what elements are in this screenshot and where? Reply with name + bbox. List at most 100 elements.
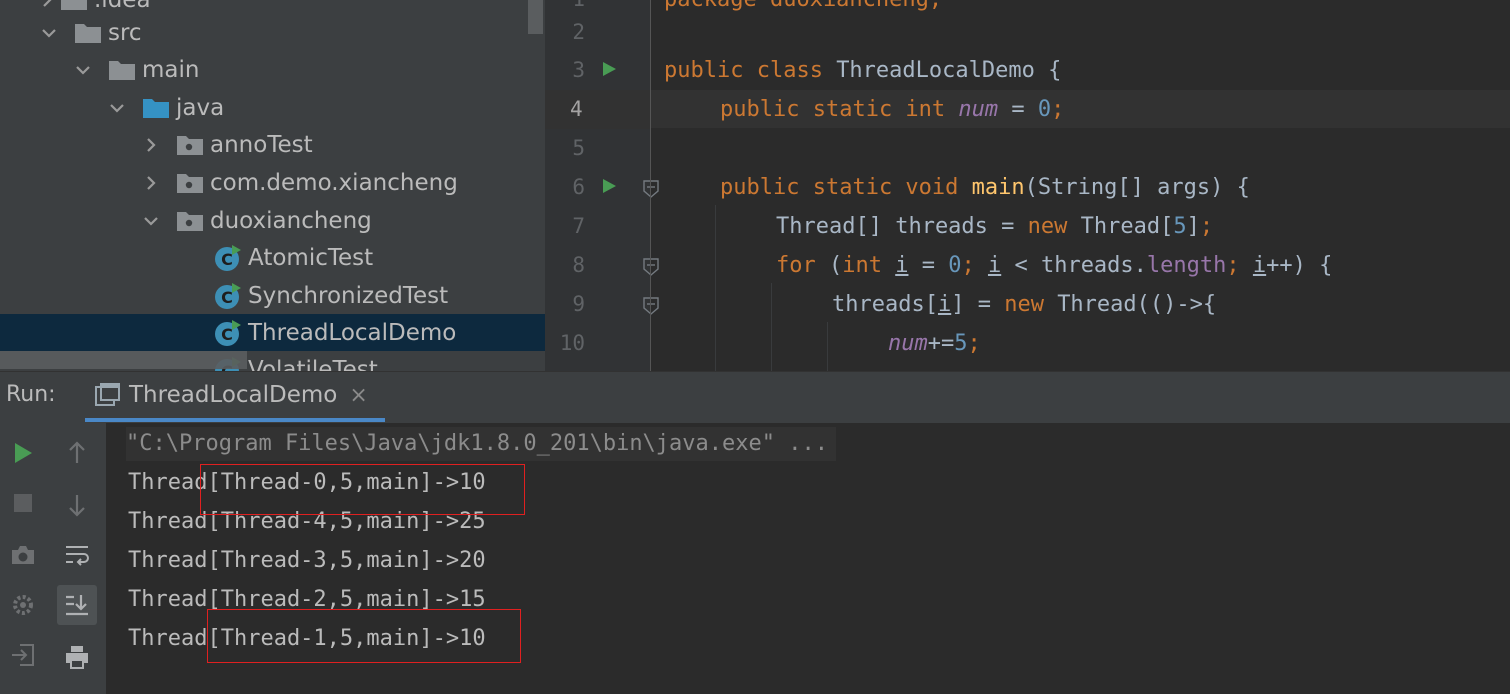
settings-button[interactable] xyxy=(3,585,43,625)
fold-icon[interactable] xyxy=(643,180,659,198)
code-line-10: num+=5; xyxy=(888,331,981,356)
folder-icon xyxy=(60,0,88,12)
code-line-6: public static void main(String[] args) { xyxy=(720,175,1250,200)
tree-item-label: SynchronizedTest xyxy=(248,282,449,309)
folder-icon xyxy=(74,21,102,45)
console-output-line: Thread[Thread-3,5,main]->20 xyxy=(128,548,486,573)
close-icon[interactable]: × xyxy=(349,383,367,408)
arrow-up-icon xyxy=(69,441,85,463)
line-number: 8 xyxy=(572,253,585,277)
code-line-8: for (int i = 0; i < threads.length; i++)… xyxy=(776,253,1333,278)
line-number: 6 xyxy=(572,175,585,199)
svg-text:C: C xyxy=(221,250,233,269)
package-icon xyxy=(176,171,204,195)
indent-guide xyxy=(715,205,716,371)
arrow-down-icon xyxy=(69,495,85,517)
tree-item-duoxiancheng[interactable]: duoxiancheng xyxy=(0,202,545,239)
stop-icon xyxy=(14,494,32,512)
play-icon xyxy=(15,443,32,463)
java-class-icon: C xyxy=(214,244,242,272)
gutter-divider xyxy=(650,0,651,371)
code-line-7: Thread[] threads = new Thread[5]; xyxy=(776,214,1214,239)
tree-item-synchronizedtest[interactable]: C SynchronizedTest xyxy=(0,277,545,314)
tree-item-src[interactable]: src xyxy=(0,14,545,51)
run-gutter-icon[interactable] xyxy=(601,61,617,77)
run-title: Run: xyxy=(6,382,56,407)
rerun-button[interactable] xyxy=(3,433,43,473)
stop-button[interactable] xyxy=(3,483,43,523)
tree-item-label: duoxiancheng xyxy=(210,207,372,234)
dump-threads-button[interactable] xyxy=(3,535,43,575)
folder-icon xyxy=(108,58,136,82)
run-gutter-icon[interactable] xyxy=(601,178,617,194)
line-number: 10 xyxy=(559,331,585,355)
code-line-3: public class ThreadLocalDemo { xyxy=(664,58,1062,83)
gear-icon xyxy=(13,595,33,615)
fold-icon[interactable] xyxy=(643,297,659,315)
console-icon xyxy=(95,383,120,406)
line-number: 9 xyxy=(572,292,585,316)
tree-item-com-demo-xiancheng[interactable]: com.demo.xiancheng xyxy=(0,164,545,201)
exit-icon xyxy=(12,644,34,666)
line-number-current: 4 xyxy=(545,90,651,129)
line-number: 3 xyxy=(572,58,585,82)
tree-item-label: annoTest xyxy=(210,131,313,158)
code-line-4: public static int num = 0; xyxy=(720,97,1065,122)
tab-threadlocaldemo[interactable]: ThreadLocalDemo × xyxy=(85,372,385,422)
tree-item-atomictest[interactable]: C AtomicTest xyxy=(0,239,545,276)
tree-item-main[interactable]: main xyxy=(0,51,545,88)
scroll-up-button[interactable] xyxy=(57,433,97,473)
line-number: 5 xyxy=(572,136,585,160)
tree-item-label: com.demo.xiancheng xyxy=(210,169,458,196)
soft-wrap-button[interactable] xyxy=(57,535,97,575)
chevron-down-icon[interactable] xyxy=(70,57,96,83)
tree-item-label: main xyxy=(142,56,200,83)
java-class-icon: C xyxy=(214,282,242,310)
tree-item-annotest[interactable]: annoTest xyxy=(0,126,545,163)
run-tool-window-header: Run: ThreadLocalDemo × xyxy=(0,371,1510,423)
console-output[interactable]: "C:\Program Files\Java\jdk1.8.0_201\bin\… xyxy=(106,423,1510,694)
chevron-right-icon[interactable] xyxy=(138,132,164,158)
project-tree: .idea src main java annoTest com.demo.xi… xyxy=(0,0,545,371)
code-line-1: package duoxiancheng; xyxy=(664,0,942,19)
chevron-down-icon[interactable] xyxy=(138,208,164,234)
code-editor[interactable]: 1 2 3 4 5 6 7 8 9 10 package duoxianchen… xyxy=(545,0,1510,371)
tree-vertical-scrollbar[interactable] xyxy=(528,0,543,34)
editor-gutter: 1 2 3 4 5 6 7 8 9 10 xyxy=(545,0,659,371)
indent-guide xyxy=(827,322,828,371)
fold-icon[interactable] xyxy=(643,258,659,276)
tab-label: ThreadLocalDemo xyxy=(129,382,338,408)
java-class-icon: C xyxy=(214,319,242,347)
tree-item-threadlocaldemo[interactable]: C ThreadLocalDemo xyxy=(0,314,545,351)
print-button[interactable] xyxy=(57,637,97,677)
chevron-right-icon[interactable] xyxy=(34,0,60,13)
tree-item-label: AtomicTest xyxy=(248,244,374,271)
line-number: 2 xyxy=(572,20,585,44)
run-toolbar-secondary xyxy=(48,423,106,694)
camera-icon xyxy=(12,546,34,564)
tree-item-label: ThreadLocalDemo xyxy=(248,319,457,346)
chevron-down-icon[interactable] xyxy=(36,20,62,46)
source-folder-icon xyxy=(142,96,170,120)
chevron-down-icon[interactable] xyxy=(104,95,130,121)
tree-item-java[interactable]: java xyxy=(0,89,545,126)
package-icon xyxy=(176,209,204,233)
tree-item-label: VolatileTest xyxy=(248,356,378,372)
tree-horizontal-scrollbar[interactable] xyxy=(0,351,247,369)
scroll-to-end-icon xyxy=(66,595,88,616)
exit-button[interactable] xyxy=(3,635,43,675)
code-line-9: threads[i] = new Thread(()->{ xyxy=(832,292,1217,317)
chevron-right-icon[interactable] xyxy=(138,170,164,196)
line-number: 7 xyxy=(572,214,585,238)
tree-item-label: src xyxy=(108,19,142,46)
tree-item-label: java xyxy=(176,94,225,121)
run-tool-window-body: "C:\Program Files\Java\jdk1.8.0_201\bin\… xyxy=(0,423,1510,694)
scroll-down-button[interactable] xyxy=(57,485,97,525)
wrap-icon xyxy=(66,546,89,566)
printer-icon xyxy=(66,646,88,669)
indent-guide xyxy=(771,283,772,371)
console-command-line: "C:\Program Files\Java\jdk1.8.0_201\bin\… xyxy=(126,427,836,461)
package-icon xyxy=(176,133,204,157)
scroll-to-end-button[interactable] xyxy=(57,585,97,625)
run-toolbar-primary xyxy=(0,423,49,694)
